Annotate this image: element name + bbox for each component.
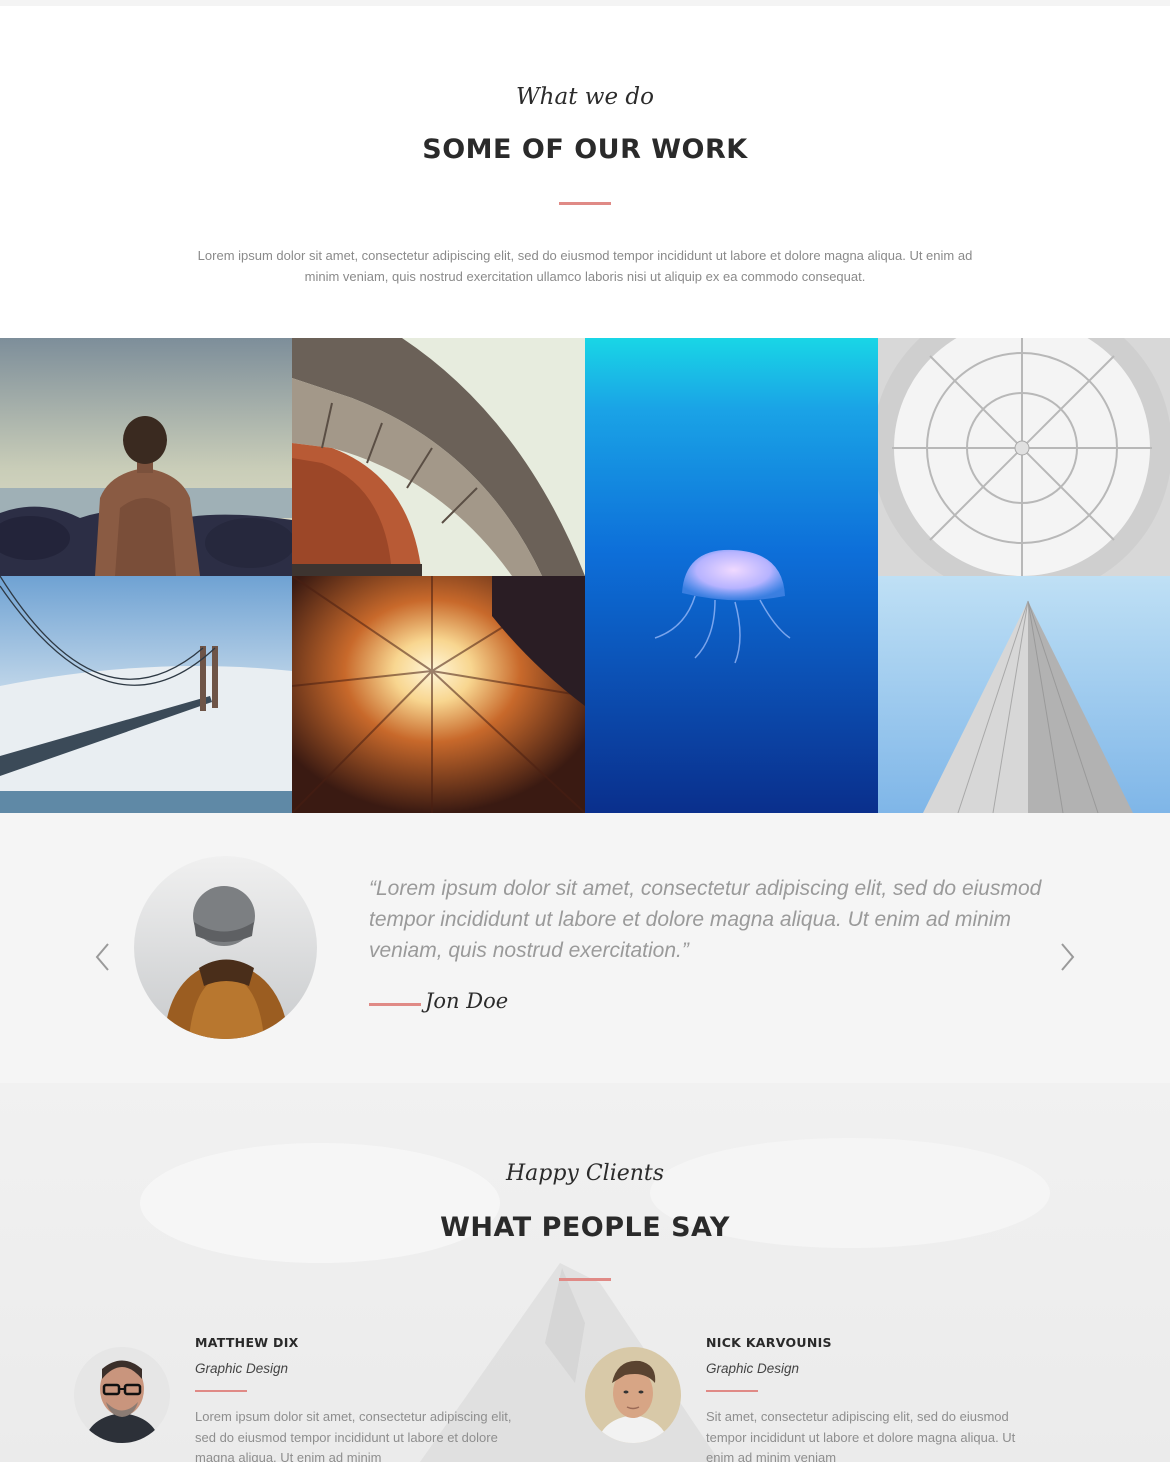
gallery-item-curved-building[interactable] [292, 338, 585, 576]
client-testimonial: Lorem ipsum dolor sit amet, consectetur … [195, 1409, 512, 1462]
gallery-item-courtyard[interactable] [292, 576, 585, 813]
testimonial-author: Jon Doe [425, 989, 509, 1013]
chevron-left-icon [95, 943, 109, 971]
clients-divider [559, 1278, 611, 1281]
work-section-header: What we do SOME OF OUR WORK Lorem ipsum … [0, 0, 1170, 338]
client-name: MATTHEW DIX [195, 1335, 299, 1350]
gallery-item-man-on-rocks[interactable] [0, 338, 292, 576]
clients-eyebrow: Happy Clients [505, 1161, 665, 1186]
mountain-clouds-background [0, 1083, 1170, 1462]
work-eyebrow: What we do [516, 84, 654, 110]
client-name: NICK KARVOUNIS [706, 1335, 832, 1350]
clients-title: WHAT PEOPLE SAY [440, 1212, 730, 1243]
gallery-item-skyscraper[interactable] [878, 576, 1170, 813]
man-on-rocks-image [0, 338, 292, 576]
client-avatar [74, 1347, 170, 1443]
gallery-item-bridge[interactable] [0, 576, 292, 813]
clients-section: Happy Clients WHAT PEOPLE SAY MATTHEW DI… [0, 1083, 1170, 1462]
testimonial-author-line [369, 1003, 421, 1006]
client-role: Graphic Design [195, 1361, 289, 1376]
testimonial-slider: “Lorem ipsum dolor sit amet, consectetur… [0, 813, 1170, 1083]
person-with-beanie-image [134, 856, 317, 1039]
courtyard-image [292, 576, 585, 813]
work-divider [559, 202, 611, 205]
jellyfish-image [585, 338, 878, 813]
client-divider [706, 1390, 758, 1392]
work-intro: Lorem ipsum dolor sit amet, consectetur … [197, 248, 973, 284]
curved-building-image [292, 338, 585, 576]
skyscraper-image [878, 576, 1170, 813]
client-role: Graphic Design [706, 1361, 800, 1376]
man-with-glasses-image [74, 1347, 170, 1443]
testimonial-avatar [134, 856, 317, 1039]
slider-prev-button[interactable] [91, 940, 115, 974]
gallery-item-jellyfish[interactable] [585, 338, 878, 813]
dome-ceiling-image [878, 338, 1170, 576]
testimonial-quote: “Lorem ipsum dolor sit amet, consectetur… [369, 877, 1042, 962]
client-testimonial: Sit amet, consectetur adipiscing elit, s… [706, 1409, 1016, 1462]
chevron-right-icon [1061, 943, 1075, 971]
young-man-image [585, 1347, 681, 1443]
work-gallery [0, 338, 1170, 813]
client-divider [195, 1390, 247, 1392]
work-title: SOME OF OUR WORK [422, 134, 748, 165]
gallery-item-dome-ceiling[interactable] [878, 338, 1170, 576]
bridge-image [0, 576, 292, 813]
slider-next-button[interactable] [1055, 940, 1079, 974]
client-avatar [585, 1347, 681, 1443]
